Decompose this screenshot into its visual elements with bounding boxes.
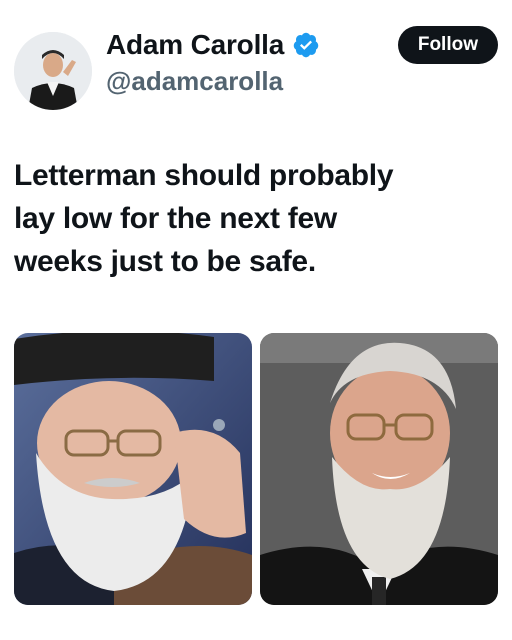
photo-man-black-turban-glasses-white-beard [14,333,252,605]
media-image-left[interactable] [14,333,252,605]
display-name[interactable]: Adam Carolla [106,28,284,62]
handle[interactable]: @adamcarolla [106,64,320,98]
author-names: Adam Carolla @adamcarolla [106,28,320,98]
name-row: Adam Carolla [106,28,320,62]
tweet-header: Adam Carolla @adamcarolla Follow [14,24,498,114]
media-image-right[interactable] [260,333,498,605]
follow-button[interactable]: Follow [397,26,498,64]
photo-man-glasses-white-beard-suit [260,333,498,605]
media-grid [14,333,498,605]
avatar[interactable] [14,32,92,110]
avatar-image [14,32,92,110]
verified-badge-icon [292,31,320,59]
tweet-text: Letterman should probably lay low for th… [14,159,394,278]
